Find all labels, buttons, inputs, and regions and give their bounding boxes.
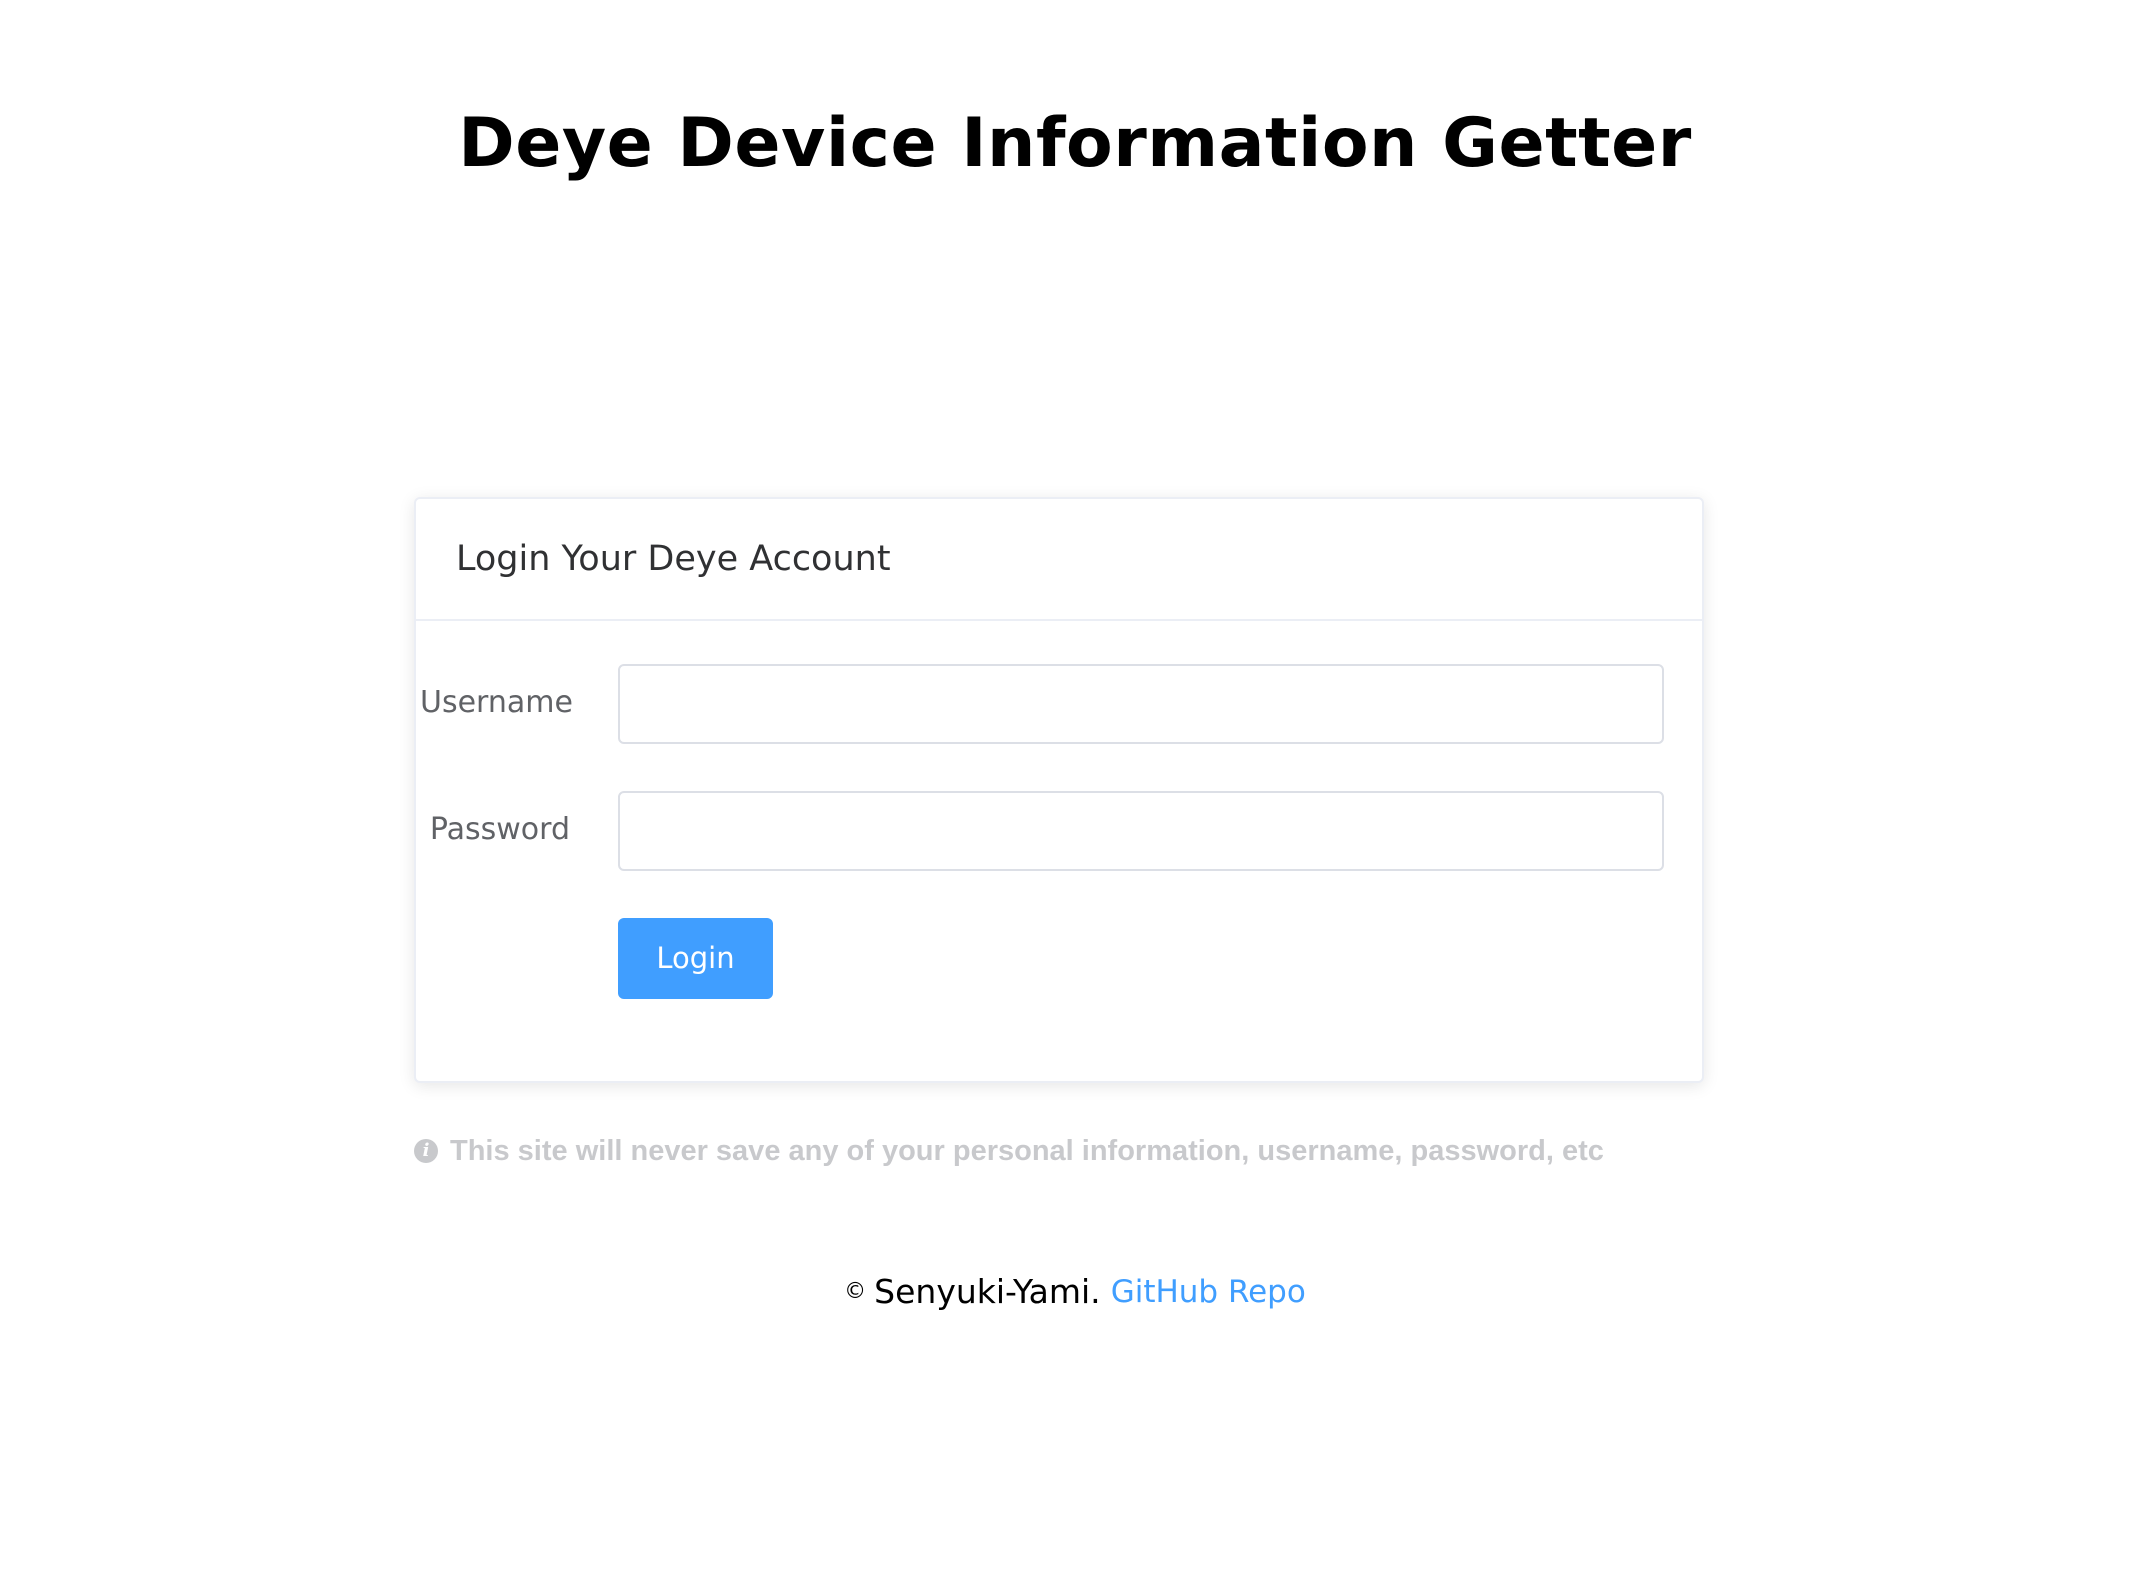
privacy-notice: i This site will never save any of your … (414, 1131, 1604, 1171)
footer-author: Senyuki-Yami. (874, 1272, 1101, 1311)
info-icon: i (414, 1139, 438, 1163)
github-repo-link[interactable]: GitHub Repo (1111, 1274, 1306, 1310)
page-title: Deye Device Information Getter (458, 104, 1692, 183)
username-input[interactable] (618, 664, 1664, 744)
privacy-notice-text: This site will never save any of your pe… (450, 1134, 1604, 1167)
login-button[interactable]: Login (618, 918, 773, 999)
card-header: Login Your Deye Account (416, 499, 1702, 621)
login-card: Login Your Deye Account Username Passwor… (414, 497, 1704, 1083)
password-label: Password (429, 812, 570, 847)
password-input[interactable] (618, 791, 1664, 871)
copyright-icon: © (844, 1279, 867, 1304)
username-label: Username (420, 685, 573, 720)
card-title: Login Your Deye Account (456, 539, 891, 579)
footer: © Senyuki-Yami. GitHub Repo (0, 1272, 2150, 1311)
